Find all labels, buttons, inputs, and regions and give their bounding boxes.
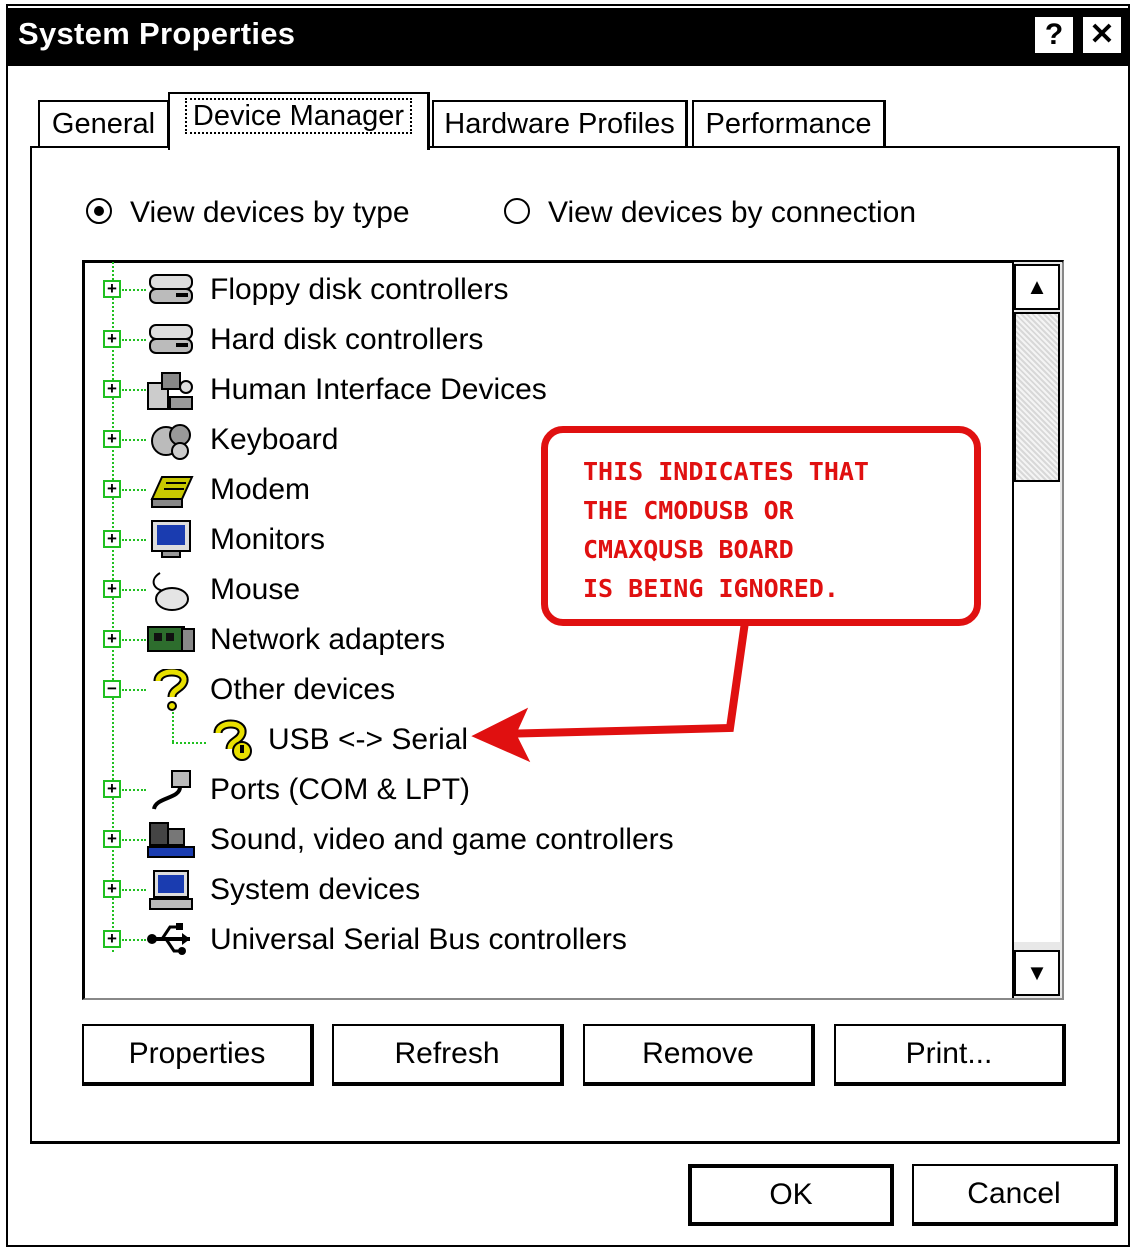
ok-button[interactable]: OK [688,1164,894,1226]
refresh-button[interactable]: Refresh [332,1024,564,1086]
remove-button[interactable]: Remove [583,1024,815,1086]
tab-device-manager-label: Device Manager [184,98,413,134]
tab-device-manager[interactable]: Device Manager [168,92,430,150]
cancel-button[interactable]: Cancel [912,1164,1118,1226]
print-button[interactable]: Print... [834,1024,1066,1086]
properties-button[interactable]: Properties [82,1024,314,1086]
